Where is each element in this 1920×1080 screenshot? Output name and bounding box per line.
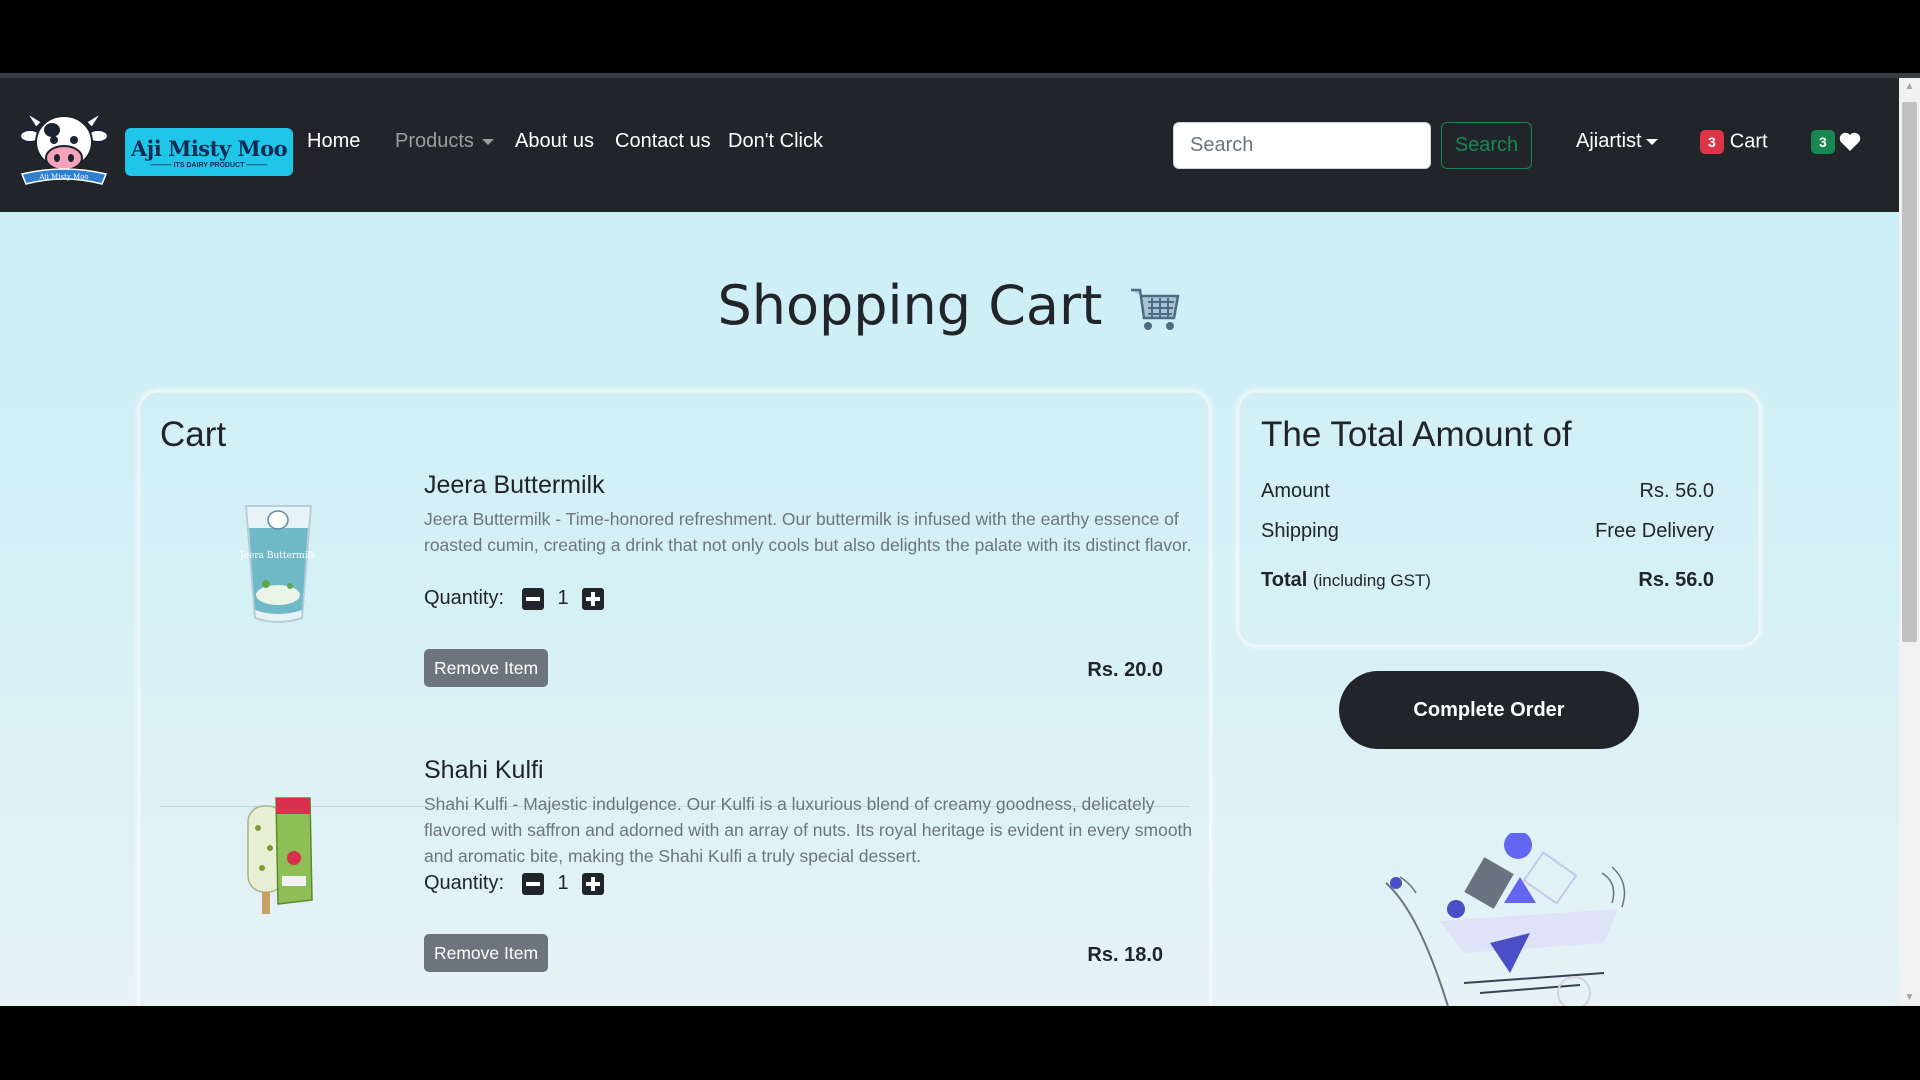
chevron-down-icon [481,138,494,145]
cart-count-badge: 3 [1700,130,1724,154]
remove-item-button[interactable]: Remove Item [424,649,548,687]
chevron-down-icon [1645,138,1658,145]
page-title: Shopping Cart [0,274,1899,337]
screen-top-bar [0,0,1920,73]
quantity-stepper: Quantity: 1 [424,872,605,895]
kulfi-product-image [247,797,313,914]
order-summary-card: The Total Amount of Amount Rs. 56.0 Ship… [1240,393,1758,644]
screen-bottom-bar [0,1006,1920,1080]
item-description: Shahi Kulfi - Majestic indulgence. Our K… [424,794,1193,866]
scroll-thumb[interactable] [1902,102,1917,642]
shipping-label: Shipping [1261,520,1339,542]
summary-total-row: Total (including GST) Rs. 56.0 [1261,569,1714,592]
nav-contact-link[interactable]: Contact us [615,130,711,153]
scroll-down-arrow-icon[interactable]: ▼ [1899,989,1920,1006]
scroll-up-arrow-icon[interactable]: ▲ [1899,78,1920,95]
summary-amount-row: Amount Rs. 56.0 [1261,480,1714,503]
item-price: Rs. 18.0 [1087,944,1163,966]
cow-logo-icon[interactable]: Aji Misty Moo [16,106,112,188]
quantity-increase-button[interactable] [582,872,605,895]
wishlist-link[interactable]: 3 [1811,130,1861,154]
quantity-decrease-button[interactable] [522,872,545,895]
shipping-value: Free Delivery [1595,520,1714,542]
complete-order-button[interactable]: Complete Order [1339,671,1639,749]
summary-shipping-row: Shipping Free Delivery [1261,520,1714,543]
amount-value: Rs. 56.0 [1639,480,1714,502]
brand-subtitle: ——— ITS DAIRY PRODUCT ——— [150,161,268,169]
vertical-scrollbar[interactable]: ▲ ▼ [1899,78,1920,1006]
nav-dont-click-link[interactable]: Don't Click [728,130,823,153]
item-name[interactable]: Shahi Kulfi [424,756,544,785]
amount-label: Amount [1261,480,1330,502]
shopping-illustration [1385,833,1626,1006]
cart-link[interactable]: 3 Cart [1700,130,1768,154]
brand-logo[interactable]: Aji Misty Moo ——— ITS DAIRY PRODUCT ——— [125,128,293,176]
buttermilk-product-image: Jeera Buttermilk [239,505,316,623]
brand-title: Aji Misty Moo [130,135,288,161]
total-value: Rs. 56.0 [1638,569,1714,591]
search-input[interactable] [1173,122,1431,169]
quantity-value: 1 [557,587,569,609]
summary-heading: The Total Amount of [1261,415,1572,454]
page-viewport: Aji Misty Moo Aji Misty Moo ——— ITS DAIR… [0,78,1920,1006]
cow-banner-text: Aji Misty Moo [38,173,88,181]
heart-icon [1839,132,1860,151]
cart-heading: Cart [160,415,227,454]
nav-products-dropdown[interactable]: Products [395,130,494,153]
quantity-value: 1 [557,872,569,894]
quantity-label: Quantity: [424,587,505,609]
remove-item-button[interactable]: Remove Item [424,934,548,972]
shopping-cart-icon [1130,289,1180,331]
quantity-label: Quantity: [424,872,505,894]
navbar: Aji Misty Moo Aji Misty Moo ——— ITS DAIR… [0,78,1899,212]
user-menu-dropdown[interactable]: Ajiartist [1576,130,1658,153]
item-description: Jeera Buttermilk - Time-honored refreshm… [424,509,1192,555]
nav-home-link[interactable]: Home [307,130,360,153]
item-price: Rs. 20.0 [1087,659,1163,681]
nav-about-link[interactable]: About us [515,130,594,153]
buttermilk-cup-label: Jeera Buttermilk [239,551,316,561]
total-label: Total [1261,569,1308,591]
total-note: (including GST) [1312,571,1431,590]
search-button[interactable]: Search [1441,122,1532,169]
item-name[interactable]: Jeera Buttermilk [424,471,605,500]
wishlist-count-badge: 3 [1811,130,1835,154]
cart-card: Cart Jeera Buttermilk Jeera Buttermilk J… [141,393,1208,1006]
quantity-increase-button[interactable] [582,587,605,610]
quantity-decrease-button[interactable] [522,587,545,610]
quantity-stepper: Quantity: 1 [424,587,605,610]
